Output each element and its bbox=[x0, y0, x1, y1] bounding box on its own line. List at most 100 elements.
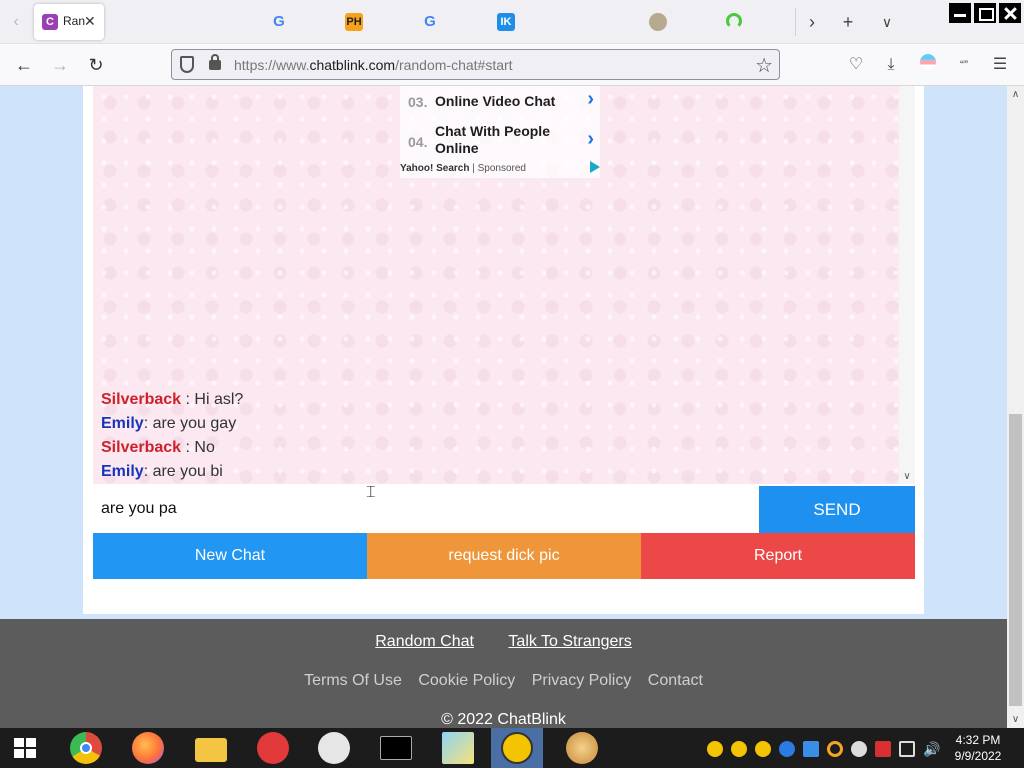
browser-tab-strip: ‹ C Ran ✕ G PH G IK › + ∨ bbox=[0, 0, 1024, 44]
chevron-down-icon[interactable]: ∨ bbox=[899, 471, 915, 482]
tab-misc-icon[interactable] bbox=[649, 13, 667, 31]
extension-quote-icon[interactable]: “” bbox=[953, 54, 975, 76]
tray-vpn-2-icon[interactable] bbox=[731, 741, 747, 757]
tab-google-1[interactable]: G bbox=[270, 13, 288, 31]
footer-link-contact[interactable]: Contact bbox=[648, 672, 703, 690]
windows-start-icon[interactable] bbox=[14, 738, 36, 758]
adchoices-icon[interactable] bbox=[590, 161, 600, 173]
url-text[interactable]: https://www.chatblink.com/random-chat#st… bbox=[234, 57, 513, 73]
message-text: No bbox=[194, 439, 215, 456]
footer-link-terms[interactable]: Terms Of Use bbox=[304, 672, 402, 690]
system-clock[interactable]: 4:32 PM 9/9/2022 bbox=[946, 732, 1010, 764]
forward-icon[interactable]: → bbox=[48, 53, 72, 77]
chatblink-favicon-icon: C bbox=[42, 14, 58, 30]
list-tabs-icon[interactable]: ∨ bbox=[875, 10, 899, 34]
pocket-icon[interactable]: ♡ bbox=[845, 54, 867, 76]
reload-icon[interactable]: ↻ bbox=[84, 53, 108, 77]
sponsored-ad: 03. Online Video Chat › 04. Chat With Pe… bbox=[400, 86, 600, 178]
tab-green-logo-icon[interactable] bbox=[726, 13, 742, 29]
send-button[interactable]: SEND bbox=[759, 486, 915, 533]
tab-separator bbox=[795, 8, 796, 36]
tab-close-icon[interactable]: ✕ bbox=[84, 13, 96, 30]
chrome-taskbar-icon[interactable] bbox=[70, 732, 102, 764]
back-icon[interactable]: ← bbox=[12, 53, 36, 77]
tab-google-2[interactable]: G bbox=[421, 13, 439, 31]
pinned-app-icon[interactable] bbox=[257, 732, 289, 764]
extension-flag-icon[interactable] bbox=[917, 54, 939, 76]
bookmark-star-icon[interactable]: ☆ bbox=[755, 53, 773, 78]
scroll-down-icon[interactable]: ∨ bbox=[1007, 711, 1024, 728]
clock-time: 4:32 PM bbox=[955, 733, 1001, 747]
new-tab-icon[interactable]: + bbox=[836, 10, 860, 34]
pinned-app-2-icon[interactable] bbox=[318, 732, 350, 764]
chevron-right-icon[interactable]: › bbox=[587, 128, 594, 151]
vpn-pro-taskbar-icon[interactable] bbox=[501, 732, 533, 764]
tab-active[interactable]: C Ran ✕ bbox=[34, 4, 104, 40]
message-input[interactable] bbox=[93, 484, 759, 533]
window-minimize-icon[interactable] bbox=[949, 3, 971, 23]
tray-vpn-3-icon[interactable] bbox=[755, 741, 771, 757]
chat-log: 03. Online Video Chat › 04. Chat With Pe… bbox=[93, 86, 899, 484]
chat-message: Emily: are you bi bbox=[101, 463, 223, 480]
ad-item[interactable]: 03. Online Video Chat › bbox=[400, 88, 600, 114]
tray-vpn-1-icon[interactable] bbox=[707, 741, 723, 757]
tray-flag-icon[interactable] bbox=[875, 741, 891, 757]
ad-item-number: 04. bbox=[408, 134, 428, 150]
site-footer: Random Chat Talk To Strangers Terms Of U… bbox=[0, 619, 1007, 728]
file-explorer-taskbar-icon[interactable] bbox=[195, 738, 227, 762]
address-bar[interactable]: https://www.chatblink.com/random-chat#st… bbox=[171, 49, 780, 80]
footer-link-random-chat[interactable]: Random Chat bbox=[375, 633, 474, 651]
downloads-icon[interactable]: ⤓ bbox=[880, 54, 902, 76]
ad-item-number: 03. bbox=[408, 94, 428, 110]
footer-link-talk-to-strangers[interactable]: Talk To Strangers bbox=[508, 633, 631, 651]
windows-taskbar: 🔊 4:32 PM 9/9/2022 bbox=[0, 728, 1024, 768]
notes-taskbar-icon[interactable] bbox=[442, 732, 474, 764]
browser-nav-bar: ← → ↻ https://www.chatblink.com/random-c… bbox=[0, 44, 1024, 86]
chat-panel: 03. Online Video Chat › 04. Chat With Pe… bbox=[83, 86, 924, 614]
scroll-thumb[interactable] bbox=[1009, 414, 1022, 706]
page-scrollbar[interactable]: ∧ ∨ bbox=[1007, 86, 1024, 728]
message-text: are you gay bbox=[152, 415, 237, 432]
message-sender: Emily bbox=[101, 463, 144, 480]
tab-ik[interactable]: IK bbox=[497, 13, 515, 31]
tracking-shield-icon[interactable] bbox=[180, 56, 194, 73]
new-chat-button[interactable]: New Chat bbox=[93, 533, 367, 579]
scroll-up-icon[interactable]: ∧ bbox=[1007, 86, 1024, 103]
tab-title: Ran bbox=[63, 14, 85, 28]
firefox-taskbar-icon[interactable] bbox=[132, 732, 164, 764]
paint-taskbar-icon[interactable] bbox=[566, 732, 598, 764]
chat-message: Emily: are you gay bbox=[101, 415, 237, 432]
window-maximize-icon[interactable] bbox=[974, 3, 996, 23]
ad-item-text[interactable]: Chat With People Online bbox=[435, 123, 565, 157]
message-text: Hi asl? bbox=[194, 391, 244, 408]
footer-link-privacy[interactable]: Privacy Policy bbox=[532, 672, 632, 690]
menu-icon[interactable]: ☰ bbox=[989, 54, 1011, 76]
message-list: Silverback : Hi asl? Emily: are you gay … bbox=[101, 390, 243, 484]
network-icon[interactable] bbox=[899, 741, 915, 757]
terminal-taskbar-icon[interactable] bbox=[380, 736, 412, 760]
message-sender: Silverback bbox=[101, 439, 182, 456]
tab-ph[interactable]: PH bbox=[345, 13, 363, 31]
ad-item[interactable]: 04. Chat With People Online › bbox=[400, 122, 600, 160]
tray-minus-icon[interactable] bbox=[851, 741, 867, 757]
clock-date: 9/9/2022 bbox=[954, 749, 1002, 763]
tray-search-icon[interactable] bbox=[827, 741, 843, 757]
volume-icon[interactable]: 🔊 bbox=[923, 741, 940, 757]
chat-message: Silverback : No bbox=[101, 439, 215, 456]
tab-scroll-right-icon[interactable]: › bbox=[800, 10, 824, 34]
window-close-icon[interactable] bbox=[999, 3, 1021, 23]
request-button[interactable]: request dick pic bbox=[367, 533, 641, 579]
chat-log-scrollbar[interactable]: ∨ bbox=[899, 86, 915, 484]
tray-app-2-icon[interactable] bbox=[803, 741, 819, 757]
message-sender: Silverback bbox=[101, 391, 182, 408]
chat-message: Silverback : Hi asl? bbox=[101, 391, 244, 408]
text-cursor-icon: ⌶ bbox=[366, 484, 376, 501]
chevron-right-icon[interactable]: › bbox=[587, 88, 594, 111]
ad-item-text[interactable]: Online Video Chat bbox=[435, 93, 565, 110]
tray-app-icon[interactable] bbox=[779, 741, 795, 757]
lock-icon[interactable] bbox=[209, 54, 221, 70]
report-button[interactable]: Report bbox=[641, 533, 915, 579]
tab-scroll-left-icon[interactable]: ‹ bbox=[6, 12, 26, 32]
footer-link-cookie[interactable]: Cookie Policy bbox=[418, 672, 515, 690]
ad-attribution: Yahoo! Search | Sponsored bbox=[400, 163, 526, 174]
